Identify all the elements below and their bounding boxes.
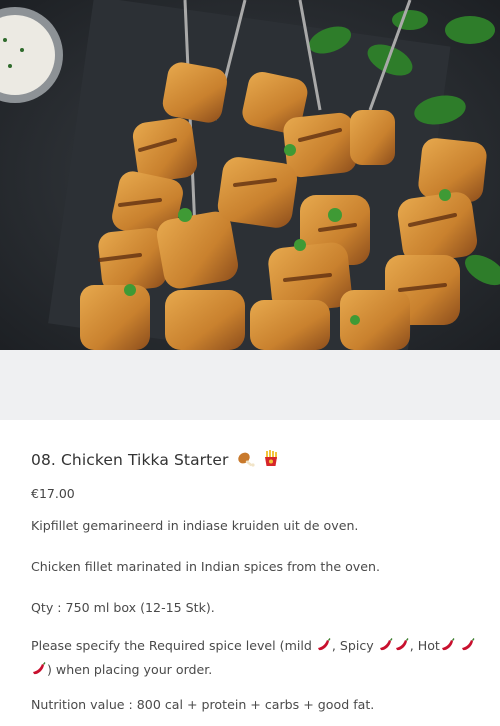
spice-note-hot: , Hot — [409, 638, 440, 653]
dish-title-row: 08. Chicken Tikka Starter — [31, 450, 279, 471]
spice-note-prefix: Please specify the Required spice level … — [31, 638, 316, 653]
poultry-leg-icon — [237, 451, 256, 471]
spice-note-spicy: , Spicy — [331, 638, 378, 653]
chicken-tikka-skewers-image — [0, 0, 500, 350]
chili-pepper-icon — [440, 637, 456, 659]
nutrition-info: Nutrition value : 800 cal + protein + ca… — [31, 697, 375, 712]
fries-icon — [263, 450, 279, 471]
image-spacer — [0, 350, 500, 420]
chili-pepper-icon — [316, 637, 332, 659]
dish-title: 08. Chicken Tikka Starter — [31, 451, 229, 469]
chili-pepper-icon — [378, 637, 394, 659]
chili-pepper-icon — [31, 661, 47, 683]
spice-level-note: Please specify the Required spice level … — [31, 635, 476, 683]
dish-photo — [0, 0, 500, 350]
dish-price: €17.00 — [31, 486, 75, 501]
description-english: Chicken fillet marinated in Indian spice… — [31, 559, 380, 574]
chili-pepper-icon — [460, 637, 476, 659]
chili-pepper-icon — [394, 637, 410, 659]
quantity-info: Qty : 750 ml box (12-15 Stk). — [31, 600, 215, 615]
dish-details: 08. Chicken Tikka Starter €17.00 Kipfill… — [0, 420, 500, 726]
spice-note-suffix: ) when placing your order. — [47, 662, 213, 677]
description-dutch: Kipfillet gemarineerd in indiase kruiden… — [31, 518, 359, 533]
